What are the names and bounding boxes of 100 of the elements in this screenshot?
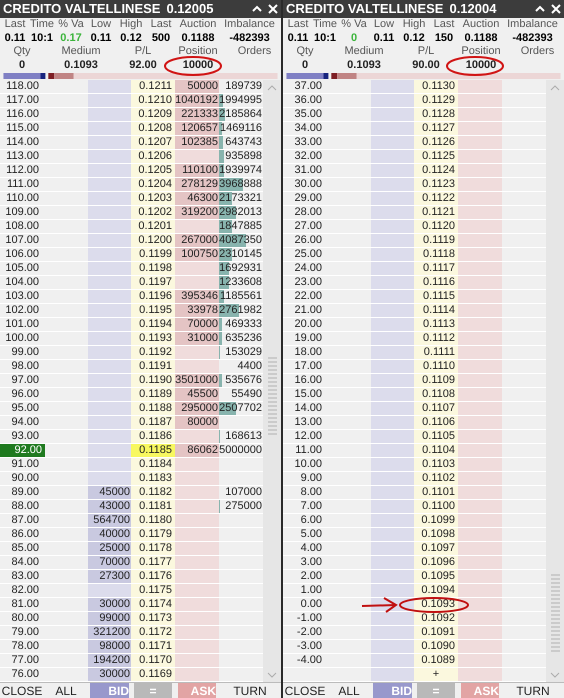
price-cell[interactable]: 0.1114 <box>414 304 458 318</box>
price-cell[interactable]: 0.1098 <box>414 528 458 542</box>
scroll-down-icon[interactable] <box>550 672 560 678</box>
price-cell[interactable]: 0.1173 <box>131 612 175 626</box>
price-cell[interactable]: 0.1127 <box>414 122 458 136</box>
price-cell[interactable]: 0.1172 <box>131 626 175 640</box>
price-cell[interactable]: 0.1108 <box>414 388 458 402</box>
price-cell[interactable]: 0.1192 <box>131 346 175 360</box>
price-cell[interactable]: 0.1171 <box>131 640 175 654</box>
price-cell[interactable]: 0.1089 <box>414 654 458 668</box>
price-cell[interactable]: 0.1190 <box>131 374 175 388</box>
price-cell[interactable]: 0.1180 <box>131 514 175 528</box>
price-cell[interactable]: 0.1182 <box>131 486 175 500</box>
price-cell[interactable]: 0.1202 <box>131 206 175 220</box>
price-cell[interactable]: 0.1095 <box>414 570 458 584</box>
price-cell[interactable]: 0.1094 <box>414 584 458 598</box>
scroll-grip-icon[interactable] <box>268 357 277 438</box>
price-cell[interactable]: 0.1178 <box>131 542 175 556</box>
price-cell[interactable]: 0.1211 <box>131 80 175 94</box>
pl-cell-text: 37.00 <box>293 80 323 94</box>
price-cell[interactable]: 0.1097 <box>414 542 458 556</box>
price-cell[interactable]: 0.1129 <box>414 94 458 108</box>
price-cell[interactable]: 0.1196 <box>131 290 175 304</box>
price-cell[interactable]: 0.1169 <box>131 668 175 682</box>
price-cell[interactable]: 0.1174 <box>131 598 175 612</box>
price-cell[interactable]: 0.1092 <box>414 612 458 626</box>
price-cell[interactable]: 0.1176 <box>131 570 175 584</box>
price-cell[interactable]: 0.1103 <box>414 458 458 472</box>
price-cell[interactable]: 0.1170 <box>131 654 175 668</box>
price-cell[interactable]: 0.1115 <box>414 290 458 304</box>
price-cell[interactable]: 0.1193 <box>131 332 175 346</box>
price-cell[interactable]: 0.1116 <box>414 276 458 290</box>
orders-value: 635236 <box>219 332 263 346</box>
price-cell[interactable]: 0.1119 <box>414 234 458 248</box>
price-cell[interactable]: 0.1207 <box>131 136 175 150</box>
price-cell[interactable]: 0.1200 <box>131 234 175 248</box>
price-cell[interactable]: 0.1120 <box>414 220 458 234</box>
price-cell[interactable]: 0.1124 <box>414 164 458 178</box>
price-cell[interactable]: 0.1118 <box>414 248 458 262</box>
price-cell[interactable]: 0.1130 <box>414 80 458 94</box>
close-icon[interactable] <box>268 4 278 14</box>
price-cell[interactable]: 0.1209 <box>131 108 175 122</box>
pl-cell-text: 8.00 <box>300 486 323 500</box>
price-cell[interactable]: 0.1181 <box>131 500 175 514</box>
price-cell[interactable]: 0.1112 <box>414 332 458 346</box>
pl-cell-text: 96.00 <box>10 388 40 402</box>
price-cell[interactable]: 0.1187 <box>131 416 175 430</box>
scroll-up-icon[interactable] <box>267 85 277 92</box>
price-cell[interactable]: 0.1191 <box>131 360 175 374</box>
price-cell[interactable]: 0.1195 <box>131 304 175 318</box>
price-cell[interactable]: 0.1210 <box>131 94 175 108</box>
price-cell[interactable]: 0.1109 <box>414 374 458 388</box>
price-cell[interactable]: 0.1107 <box>414 402 458 416</box>
price-cell[interactable]: 0.1090 <box>414 640 458 654</box>
price-cell[interactable]: 0.1199 <box>131 248 175 262</box>
price-cell[interactable]: 0.1125 <box>414 150 458 164</box>
price-cell[interactable]: 0.1111 <box>414 346 458 360</box>
scroll-down-icon[interactable] <box>267 672 277 678</box>
price-cell[interactable]: 0.1105 <box>414 430 458 444</box>
pl-cell-text: 115.00 <box>5 122 40 136</box>
price-cell[interactable]: 0.1186 <box>131 430 175 444</box>
price-cell[interactable]: 0.1106 <box>414 416 458 430</box>
price-cell[interactable]: 0.1091 <box>414 626 458 640</box>
price-cell[interactable]: 0.1126 <box>414 136 458 150</box>
price-cell[interactable]: 0.1198 <box>131 262 175 276</box>
price-cell[interactable]: 0.1122 <box>414 192 458 206</box>
price-cell[interactable]: 0.1102 <box>414 472 458 486</box>
price-cell[interactable]: 0.1208 <box>131 122 175 136</box>
price-cell[interactable]: 0.1203 <box>131 192 175 206</box>
price-cell[interactable]: 0.1185 <box>131 444 175 458</box>
scroll-up-icon[interactable] <box>550 85 560 92</box>
price-cell[interactable]: 0.1206 <box>131 150 175 164</box>
close-icon[interactable] <box>551 4 561 14</box>
price-cell[interactable]: + <box>414 668 458 682</box>
price-cell[interactable]: 0.1104 <box>414 444 458 458</box>
price-cell[interactable]: 0.1197 <box>131 276 175 290</box>
scroll-grip-icon[interactable] <box>551 574 560 654</box>
price-cell[interactable]: 0.1184 <box>131 458 175 472</box>
price-cell[interactable]: 0.1128 <box>414 108 458 122</box>
price-cell[interactable]: 0.1189 <box>131 388 175 402</box>
price-cell[interactable]: 0.1121 <box>414 206 458 220</box>
price-cell[interactable]: 0.1188 <box>131 402 175 416</box>
price-cell[interactable]: 0.1177 <box>131 556 175 570</box>
price-cell[interactable]: 0.1201 <box>131 220 175 234</box>
price-cell[interactable]: 0.1194 <box>131 318 175 332</box>
price-cell[interactable]: 0.1117 <box>414 262 458 276</box>
price-cell[interactable]: 0.1101 <box>414 486 458 500</box>
price-cell[interactable]: 0.1205 <box>131 164 175 178</box>
price-cell[interactable]: 0.1100 <box>414 500 458 514</box>
price-cell[interactable]: 0.1110 <box>414 360 458 374</box>
price-cell[interactable]: 0.1179 <box>131 528 175 542</box>
price-cell[interactable]: 0.1204 <box>131 178 175 192</box>
collapse-caret-icon[interactable] <box>535 4 545 14</box>
price-cell[interactable]: 0.1099 <box>414 514 458 528</box>
collapse-caret-icon[interactable] <box>252 4 262 14</box>
price-cell[interactable]: 0.1183 <box>131 472 175 486</box>
price-cell[interactable]: 0.1175 <box>131 584 175 598</box>
price-cell[interactable]: 0.1113 <box>414 318 458 332</box>
price-cell[interactable]: 0.1096 <box>414 556 458 570</box>
price-cell[interactable]: 0.1123 <box>414 178 458 192</box>
